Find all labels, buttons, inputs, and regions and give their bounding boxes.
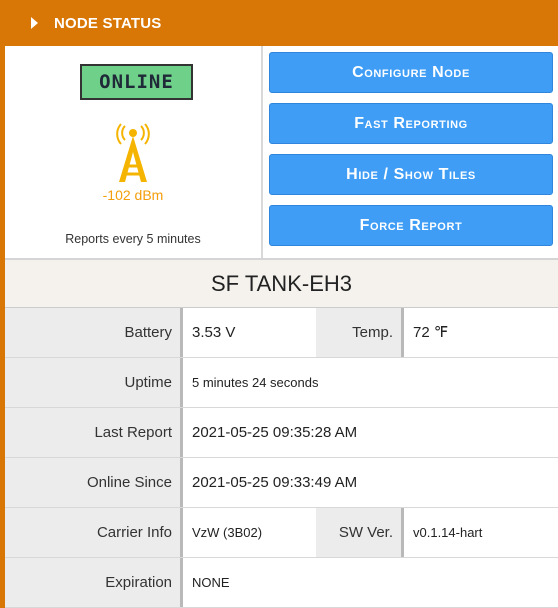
battery-label: Battery — [5, 308, 180, 357]
fast-reporting-button[interactable]: Fast Reporting — [269, 103, 553, 144]
force-report-button[interactable]: Force Report — [269, 205, 553, 246]
expiration-label: Expiration — [5, 558, 180, 607]
node-name-title: SF TANK-EH3 — [5, 260, 558, 308]
online-status-badge: ONLINE — [80, 64, 193, 100]
sw-version-label: SW Ver. — [316, 508, 401, 557]
panel-header[interactable]: NODE STATUS — [5, 0, 558, 46]
temp-label: Temp. — [316, 308, 401, 357]
online-since-label: Online Since — [5, 458, 180, 507]
uptime-value: 5 minutes 24 seconds — [180, 358, 558, 407]
carrier-info-label: Carrier Info — [5, 508, 180, 557]
node-info-table: Battery 3.53 V Temp. 72 ℉ Uptime 5 minut… — [5, 308, 558, 608]
carrier-info-value: VzW (3B02) — [180, 508, 316, 557]
table-row: Carrier Info VzW (3B02) SW Ver. v0.1.14-… — [5, 508, 558, 558]
online-since-value: 2021-05-25 09:33:49 AM — [180, 458, 558, 507]
configure-node-button[interactable]: Configure Node — [269, 52, 553, 93]
table-row: Last Report 2021-05-25 09:35:28 AM — [5, 408, 558, 458]
expiration-value: NONE — [180, 558, 558, 607]
table-row: Uptime 5 minutes 24 seconds — [5, 358, 558, 408]
last-report-value: 2021-05-25 09:35:28 AM — [180, 408, 558, 457]
status-column: ONLINE -102 dBm Reports every 5 minutes — [5, 46, 263, 258]
table-row: Battery 3.53 V Temp. 72 ℉ — [5, 308, 558, 358]
temp-value: 72 ℉ — [401, 308, 558, 357]
cell-tower-icon — [116, 123, 150, 182]
action-buttons: Configure Node Fast Reporting Hide / Sho… — [263, 46, 558, 258]
last-report-label: Last Report — [5, 408, 180, 457]
sw-version-value: v0.1.14-hart — [401, 508, 558, 557]
hide-show-tiles-button[interactable]: Hide / Show Tiles — [269, 154, 553, 195]
table-row: Online Since 2021-05-25 09:33:49 AM — [5, 458, 558, 508]
expand-triangle-icon[interactable] — [31, 17, 38, 29]
table-row: Expiration NONE — [5, 558, 558, 608]
uptime-label: Uptime — [5, 358, 180, 407]
status-section: ONLINE -102 dBm Reports every 5 minutes … — [5, 46, 558, 260]
node-status-panel: NODE STATUS ONLINE -102 dBm Reports ever… — [0, 0, 558, 608]
battery-value: 3.53 V — [180, 308, 316, 357]
report-interval: Reports every 5 minutes — [65, 232, 201, 246]
signal-strength: -102 dBm — [102, 187, 164, 203]
panel-title: NODE STATUS — [54, 14, 162, 32]
